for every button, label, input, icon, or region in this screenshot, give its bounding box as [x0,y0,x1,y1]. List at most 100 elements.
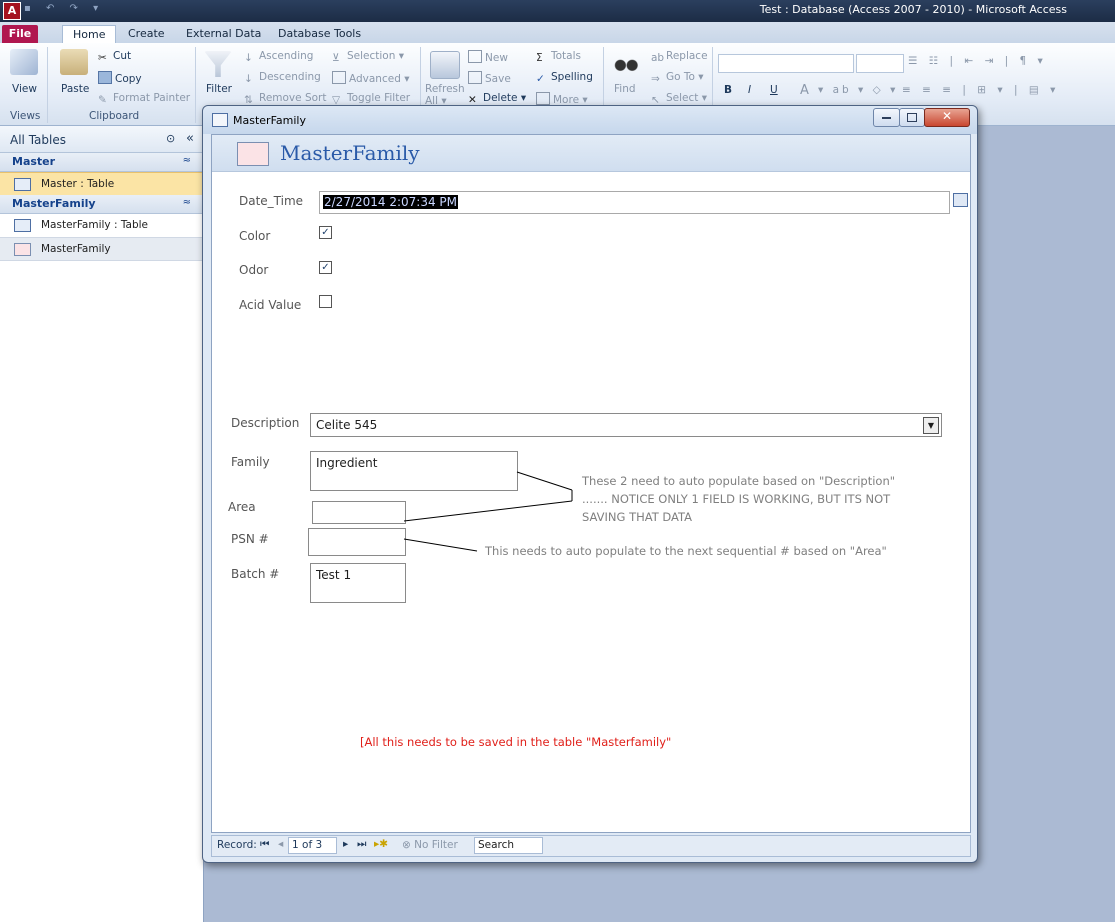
replace-button[interactable]: ab Replace [651,50,708,64]
nav-group-label: MasterFamily [12,197,96,210]
refresh-icon [430,51,460,79]
tab-database-tools[interactable]: Database Tools [268,25,371,43]
current-record-input[interactable]: 1 of 3 [288,837,337,854]
nav-group-master[interactable]: Master ≈ [0,153,203,172]
more-icon [536,92,550,105]
nav-item-masterfamily-form[interactable]: MasterFamily [0,237,203,261]
nav-menu-chevron-icon[interactable]: ⊙ [166,132,175,145]
form-window-title-bar[interactable]: MasterFamily ✕ [203,106,977,134]
spelling-button[interactable]: ✓ Spelling [536,71,593,85]
underline-button[interactable]: U [770,84,778,96]
collapse-chevron-icon: ≈ [182,197,191,208]
quick-access-toolbar[interactable]: ▪ ↶ ↷ ▾ [24,3,104,14]
previous-record-icon[interactable]: ◂ [278,838,283,850]
title-bar: A ▪ ↶ ↷ ▾ Test : Database (Access 2007 -… [0,0,1115,22]
color-buttons[interactable]: ▾ ab ▾ ◇ ▾ [818,84,898,96]
table-icon [14,219,31,232]
go-to-button[interactable]: ⇒ Go To ▾ [651,71,704,85]
bold-button[interactable]: B [724,84,732,96]
selection-button[interactable]: ⊻ Selection ▾ [332,50,404,64]
sort-descending-icon: ↓ [244,73,253,85]
close-button[interactable]: ✕ [924,108,970,127]
collapse-pane-icon[interactable]: « [186,131,194,146]
delete-record-button[interactable]: ✕ Delete ▾ [468,92,526,106]
filter-button[interactable]: Filter [206,83,232,95]
toggle-filter-button[interactable]: ▽ Toggle Filter [332,92,410,106]
nav-header-title: All Tables [10,133,66,147]
select-cursor-icon: ↖ [651,94,660,106]
access-app-icon[interactable]: A [3,2,21,20]
nav-group-label: Master [12,155,56,168]
nav-group-masterfamily[interactable]: MasterFamily ≈ [0,195,203,214]
refresh-all-button[interactable]: Refresh All ▾ [425,83,465,107]
ribbon-tabs: File Home Create External Data Database … [0,22,1115,44]
selection-filter-icon: ⊻ [332,52,340,64]
copy-button[interactable]: Copy [98,71,142,85]
select-button[interactable]: ↖ Select ▾ [651,92,707,106]
masterfamily-form-window: MasterFamily ✕ MasterFamily Date_Time 2/… [202,105,978,863]
font-color-button[interactable]: A [800,83,809,98]
paste-button[interactable]: Paste [61,83,89,95]
record-navigation-bar: Record: ⏮ ◂ 1 of 3 ▸ ⏭ ▸✱ ⊗ No Filter Se… [211,835,971,857]
remove-sort-icon: ⇅ [244,94,253,106]
descending-button[interactable]: ↓ Descending [244,71,321,85]
list-buttons[interactable]: ☰ ☷ | ⇤ ⇥ | ¶ ▾ [908,55,1047,67]
table-icon [14,178,31,191]
filter-icon [204,51,232,77]
save-record-button[interactable]: Save [468,71,511,85]
italic-button[interactable]: I [748,84,751,96]
nav-item-label: MasterFamily [41,243,111,255]
restore-button[interactable] [899,108,925,127]
first-record-icon[interactable]: ⏮ [260,838,269,851]
filter-icon: ⊗ [402,839,415,851]
psn-note: This needs to auto populate to the next … [485,544,887,558]
views-group-label: Views [10,110,41,122]
advanced-filter-icon [332,71,346,84]
remove-sort-button[interactable]: ⇅ Remove Sort [244,92,326,106]
more-button[interactable]: More ▾ [536,92,588,106]
binoculars-icon [612,51,640,77]
cut-button[interactable]: ✂ Cut [98,50,131,64]
format-painter-button[interactable]: ✎ Format Painter [98,92,190,106]
nav-item-master-table[interactable]: Master : Table [0,172,203,196]
find-button[interactable]: Find [614,83,636,95]
minimize-icon [882,117,891,119]
tab-file[interactable]: File [2,25,38,43]
tab-create[interactable]: Create [118,25,175,43]
form-body: MasterFamily Date_Time 2/27/2014 2:07:34… [211,134,971,833]
form-window-title: MasterFamily [233,114,306,127]
close-icon: ✕ [942,109,953,123]
nav-item-masterfamily-table[interactable]: MasterFamily : Table [0,214,203,236]
new-record-icon [468,50,482,63]
save-icon [468,71,482,84]
new-record-button[interactable]: New [468,50,508,64]
brush-icon: ✎ [98,94,107,106]
nav-item-label: MasterFamily : Table [41,219,149,231]
view-button[interactable]: View [12,83,37,95]
alignment-buttons[interactable]: ≡ ≡ ≡ | ⊞ ▾ | ▤ ▾ [902,84,1059,96]
ascending-button[interactable]: ↓ Ascending [244,50,313,64]
totals-button[interactable]: Σ Totals [536,50,581,64]
sigma-icon: Σ [536,52,543,64]
collapse-chevron-icon: ≈ [182,155,191,166]
new-record-icon[interactable]: ▸✱ [374,838,388,850]
tab-home[interactable]: Home [62,25,117,44]
no-filter-button[interactable]: ⊗ No Filter [402,839,458,851]
advanced-button[interactable]: Advanced ▾ [332,71,409,85]
copy-icon [98,71,112,84]
autopopulate-note: These 2 need to auto populate based on "… [582,474,896,524]
clipboard-group-label: Clipboard [89,110,140,122]
nav-header[interactable]: All Tables ⊙ « [0,126,203,153]
search-input[interactable]: Search [474,837,543,854]
record-label: Record: [217,839,257,851]
navigation-pane: All Tables ⊙ « Master ≈ Master : Table M… [0,126,204,922]
tab-external-data[interactable]: External Data [176,25,271,43]
minimize-button[interactable] [873,108,900,127]
delete-icon: ✕ [468,94,477,106]
font-name-dropdown[interactable] [718,54,854,73]
last-record-icon[interactable]: ⏭ [357,838,366,851]
next-record-icon[interactable]: ▸ [343,838,348,850]
nav-item-label: Master : Table [41,178,115,190]
form-icon [212,113,228,127]
font-size-dropdown[interactable] [856,54,904,73]
